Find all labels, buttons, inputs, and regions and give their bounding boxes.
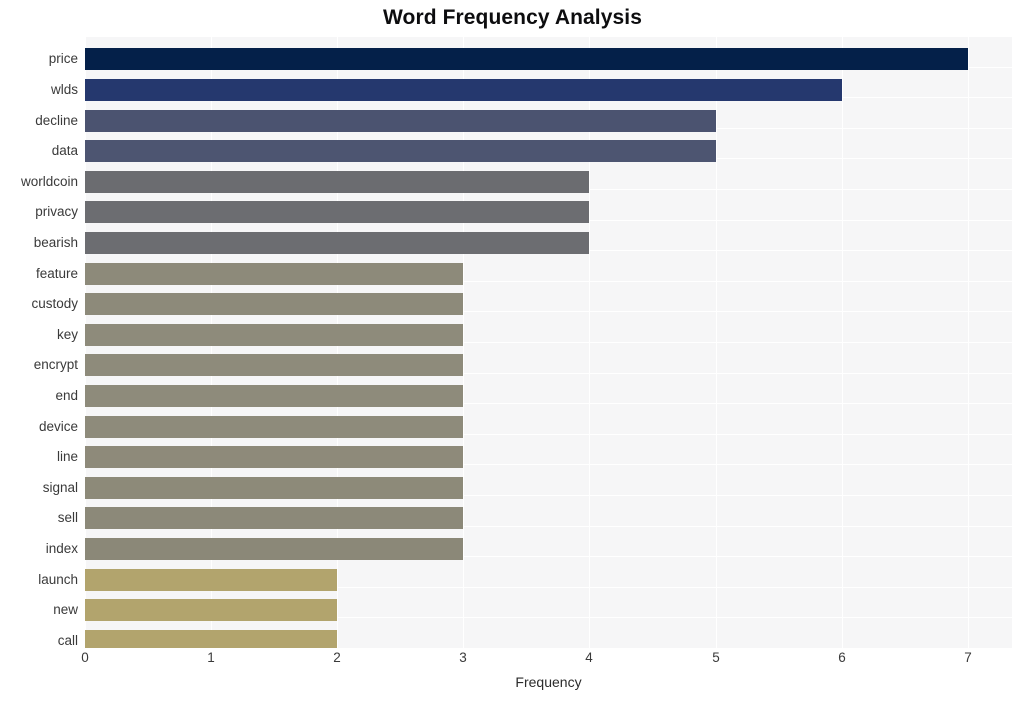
y-tick-label-data: data	[51, 143, 78, 159]
bar-key	[85, 323, 463, 346]
y-tick-label-launch: launch	[38, 571, 78, 587]
y-tick-label-price: price	[48, 51, 78, 67]
gridline-y	[85, 36, 1012, 37]
y-tick-label-worldcoin: worldcoin	[20, 173, 78, 189]
bar-data	[85, 140, 716, 163]
word-frequency-chart-figure: Word Frequency Analysis price wlds decline…	[0, 0, 1025, 701]
bar-device	[85, 415, 463, 438]
bar-privacy	[85, 201, 589, 224]
x-axis-tick-labels: 0 1 2 3 4 5 6 7	[81, 650, 1012, 672]
plot-area	[85, 36, 1012, 648]
bar-call	[85, 629, 337, 648]
y-tick-label-device: device	[38, 418, 78, 434]
bar-bearish	[85, 231, 589, 254]
y-tick-label-encrypt: encrypt	[33, 357, 78, 373]
x-tick-label-0: 0	[81, 650, 89, 665]
bar-wlds	[85, 78, 842, 101]
bar-new	[85, 599, 337, 622]
bar-signal	[85, 476, 463, 499]
bar-feature	[85, 262, 463, 285]
x-axis-title: Frequency	[515, 674, 582, 690]
bar-line	[85, 446, 463, 469]
x-tick-label-7: 7	[964, 650, 972, 665]
x-tick-label-1: 1	[207, 650, 215, 665]
y-tick-label-feature: feature	[35, 265, 78, 281]
y-tick-label-end: end	[55, 387, 78, 403]
bar-sell	[85, 507, 463, 530]
bar-worldcoin	[85, 170, 589, 193]
y-tick-label-sell: sell	[57, 510, 78, 526]
bar-launch	[85, 568, 337, 591]
bar-decline	[85, 109, 716, 132]
x-tick-label-5: 5	[712, 650, 720, 665]
y-axis-tick-labels: price wlds decline data worldcoin privacy bear…	[0, 36, 78, 648]
y-tick-label-call: call	[57, 632, 78, 648]
bar-price	[85, 48, 968, 71]
y-tick-label-index: index	[45, 540, 78, 556]
y-tick-label-key: key	[56, 326, 78, 342]
bar-index	[85, 537, 463, 560]
y-tick-label-bearish: bearish	[33, 234, 78, 250]
y-tick-label-line: line	[56, 449, 78, 465]
y-tick-label-new: new	[53, 602, 78, 618]
x-tick-label-6: 6	[838, 650, 846, 665]
y-tick-label-signal: signal	[42, 479, 78, 495]
bar-encrypt	[85, 354, 463, 377]
bar-end	[85, 384, 463, 407]
y-tick-label-decline: decline	[35, 112, 78, 128]
bar-custody	[85, 293, 463, 316]
x-tick-label-4: 4	[585, 650, 593, 665]
y-tick-label-custody: custody	[31, 296, 78, 312]
x-tick-label-3: 3	[459, 650, 467, 665]
x-tick-label-2: 2	[333, 650, 341, 665]
y-tick-label-privacy: privacy	[35, 204, 78, 220]
chart-title: Word Frequency Analysis	[382, 6, 643, 29]
y-tick-label-wlds: wlds	[50, 81, 78, 97]
